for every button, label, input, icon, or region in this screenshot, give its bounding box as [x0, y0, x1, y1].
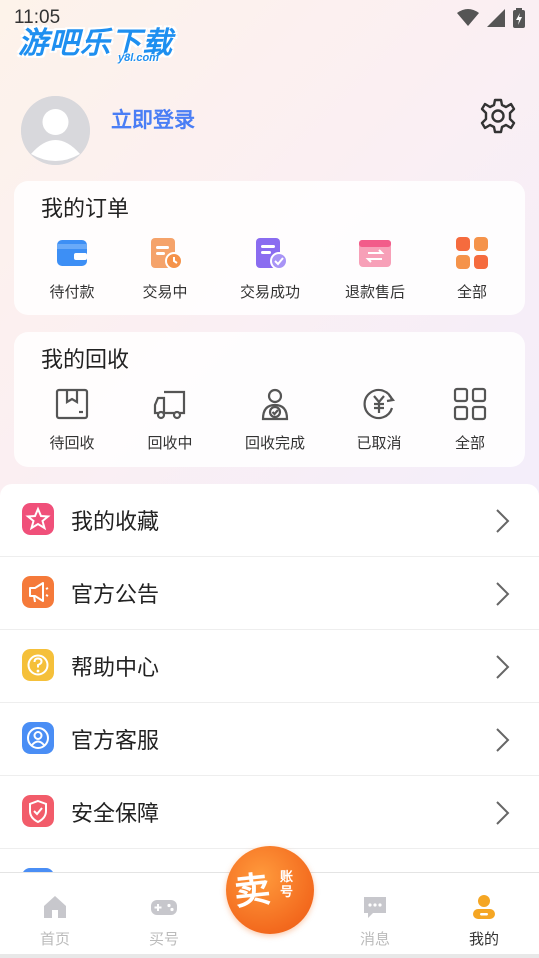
order-item-label: 交易成功 [239, 283, 300, 301]
user-placeholder-icon [21, 96, 90, 165]
recycle-item-label: 回收中 [147, 434, 193, 452]
order-all[interactable]: 全部 [422, 233, 522, 309]
box-icon [55, 388, 89, 420]
wifi-icon [457, 9, 479, 26]
order-pending-payment[interactable]: 待付款 [22, 233, 122, 309]
shield-icon [22, 795, 54, 827]
megaphone-icon [22, 576, 54, 608]
battery-icon [513, 8, 525, 28]
tab-label: 买号 [148, 930, 179, 948]
orders-title: 我的订单 [41, 197, 130, 222]
recycle-items: 待回收 回收中 回收完成 已取消 全部 [14, 384, 525, 460]
user-icon [473, 895, 495, 919]
signal-icon [487, 9, 505, 27]
person-check-icon [261, 388, 289, 421]
menu-customer-service[interactable]: 官方客服 [0, 703, 539, 776]
orders-items: 待付款 交易中 交易成功 退款售后 全部 [14, 233, 525, 309]
order-item-label: 全部 [456, 283, 487, 301]
wallet-icon [57, 240, 87, 266]
recycle-item-label: 已取消 [356, 434, 402, 452]
recycle-complete[interactable]: 回收完成 [225, 384, 325, 460]
order-item-label: 退款售后 [344, 283, 405, 301]
recycle-all[interactable]: 全部 [420, 384, 520, 460]
tab-buy[interactable]: 买号 [114, 873, 214, 958]
help-icon [22, 649, 54, 681]
settings-button[interactable] [479, 97, 517, 135]
clipboard-clock-icon [151, 238, 183, 270]
gamepad-icon [151, 900, 177, 915]
recycle-item-label: 全部 [454, 434, 485, 452]
refund-card-icon [359, 240, 391, 267]
document-check-icon [256, 238, 288, 270]
order-success[interactable]: 交易成功 [220, 233, 320, 309]
chevron-right-icon [496, 509, 510, 533]
sell-big-label: 卖 [232, 869, 273, 914]
home-icon [44, 896, 66, 918]
orders-card: 我的订单 待付款 交易中 交易成功 退款售后 全部 [14, 181, 525, 315]
watermark-sub: y8l.com [118, 52, 159, 64]
sell-account-button[interactable]: 卖 账号 [226, 846, 314, 934]
gear-icon [480, 98, 516, 134]
menu-label: 官方客服 [71, 729, 160, 754]
chevron-right-icon [496, 801, 510, 825]
grid-outline-icon [453, 387, 487, 421]
avatar[interactable] [21, 96, 90, 165]
order-item-label: 交易中 [142, 283, 188, 301]
recycle-cancelled[interactable]: 已取消 [329, 384, 429, 460]
chevron-right-icon [496, 582, 510, 606]
tab-home[interactable]: 首页 [5, 873, 105, 958]
recycle-item-label: 回收完成 [244, 434, 305, 452]
message-icon [364, 897, 386, 918]
chevron-right-icon [496, 728, 510, 752]
tab-label: 我的 [468, 930, 499, 948]
support-icon [22, 722, 54, 754]
recycle-pending[interactable]: 待回收 [22, 384, 122, 460]
recycle-card: 我的回收 待回收 回收中 回收完成 已取消 全部 [14, 332, 525, 467]
menu-label: 官方公告 [71, 583, 160, 608]
menu-security[interactable]: 安全保障 [0, 776, 539, 849]
bottom-edge [0, 954, 539, 958]
menu-list: 我的收藏 官方公告 帮助中心 官方客服 安全保障 [0, 484, 539, 900]
sell-small-label: 账号 [280, 870, 294, 900]
menu-announcements[interactable]: 官方公告 [0, 557, 539, 630]
tab-label: 首页 [39, 930, 70, 948]
truck-icon [153, 390, 186, 420]
menu-help-center[interactable]: 帮助中心 [0, 630, 539, 703]
menu-label: 安全保障 [71, 802, 160, 827]
status-icons [457, 8, 525, 28]
tab-messages[interactable]: 消息 [325, 873, 425, 958]
chevron-right-icon [496, 655, 510, 679]
order-in-progress[interactable]: 交易中 [115, 233, 215, 309]
menu-label: 帮助中心 [71, 656, 160, 681]
login-link[interactable]: 立即登录 [111, 104, 195, 134]
tab-label: 消息 [359, 930, 390, 948]
order-item-label: 待付款 [49, 283, 95, 301]
star-icon [22, 503, 54, 535]
grid-icon [456, 237, 488, 269]
recycle-item-label: 待回收 [49, 434, 95, 452]
recycle-in-progress[interactable]: 回收中 [120, 384, 220, 460]
menu-favorites[interactable]: 我的收藏 [0, 484, 539, 557]
yuan-refresh-icon [363, 388, 396, 420]
tab-mine[interactable]: 我的 [434, 873, 534, 958]
order-refund[interactable]: 退款售后 [325, 233, 425, 309]
recycle-title: 我的回收 [41, 348, 130, 373]
menu-label: 我的收藏 [71, 510, 160, 535]
